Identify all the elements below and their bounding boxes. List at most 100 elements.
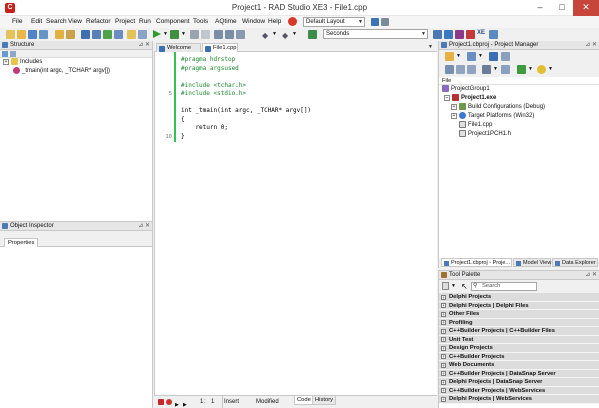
tab-data-explorer[interactable]: Data Explorer xyxy=(552,258,598,267)
tab-welcome-page[interactable]: Welcome Page xyxy=(156,43,201,60)
structure-pin-close[interactable]: ⊿ ✕ xyxy=(138,41,150,50)
activate-dropdown-icon[interactable]: ▼ xyxy=(456,53,461,59)
tree-item-build-config[interactable]: + Build Configurations (Debug) xyxy=(439,103,599,112)
deploy-icon[interactable] xyxy=(517,65,526,74)
component-icon[interactable] xyxy=(308,30,317,39)
run-options-dropdown-icon[interactable]: ▼ xyxy=(181,31,186,37)
expand-icon[interactable]: + xyxy=(441,362,446,368)
expand-icon[interactable]: + xyxy=(451,103,457,110)
activate-icon[interactable] xyxy=(445,52,454,61)
expand-icon[interactable]: + xyxy=(3,58,9,65)
tree-item-file1cpp[interactable]: File1.cpp xyxy=(439,121,599,130)
palette-category[interactable]: + C++Builder Projects | WebServices xyxy=(439,386,599,395)
sort-icon[interactable] xyxy=(2,51,8,57)
trace-icon[interactable] xyxy=(236,30,245,39)
expand-icon[interactable]: + xyxy=(441,303,446,308)
xe-icon[interactable]: XE xyxy=(477,30,485,36)
new-item-icon[interactable] xyxy=(467,52,476,61)
stop-run-icon[interactable] xyxy=(201,30,210,39)
expand-icon[interactable]: + xyxy=(441,379,446,385)
make-icon[interactable] xyxy=(501,65,510,74)
forward-dropdown-icon[interactable]: ▼ xyxy=(292,31,297,37)
tree-item-projectgroup[interactable]: ProjectGroup1 xyxy=(439,85,599,94)
seconds-combo[interactable]: Seconds ▼ xyxy=(323,29,428,39)
categories-icon[interactable] xyxy=(442,282,449,290)
layout-settings-icon[interactable] xyxy=(381,18,389,26)
tree-item-pch[interactable]: Project1PCH1.h xyxy=(439,130,599,139)
back-icon[interactable]: ◆ xyxy=(262,31,268,40)
expand-icon[interactable]: + xyxy=(441,396,446,402)
tab-history[interactable]: History xyxy=(312,396,337,405)
tab-model-view[interactable]: Model View xyxy=(513,258,551,267)
palette-category[interactable]: + Delphi Projects | Delphi Files xyxy=(439,301,599,310)
new-item-dropdown-icon[interactable]: ▼ xyxy=(478,53,483,59)
code-editor[interactable]: 5 10 #pragma hdrstop #pragma argsused #incl… xyxy=(154,52,437,395)
tab-file1-cpp[interactable]: File1.cpp xyxy=(202,43,238,52)
tree-item-project1[interactable]: − Project1.exe xyxy=(439,94,599,103)
pause-icon[interactable] xyxy=(190,30,199,39)
palette-search-input[interactable]: ⚲ Search xyxy=(471,282,537,291)
menu-tools[interactable]: Tools xyxy=(189,16,212,28)
counter-icon[interactable] xyxy=(466,30,475,39)
options-icon[interactable] xyxy=(537,65,546,74)
new-icon[interactable] xyxy=(6,30,15,39)
tab-project-manager[interactable]: Project1.cbproj - Proje... xyxy=(441,258,512,267)
expand-all-icon[interactable] xyxy=(456,65,465,74)
menu-component[interactable]: Component xyxy=(152,16,194,28)
forward-icon[interactable]: ◆ xyxy=(282,31,288,40)
close-button[interactable]: ✕ xyxy=(573,0,599,16)
run-dropdown-icon[interactable]: ▼ xyxy=(163,31,168,37)
palette-category[interactable]: + Other Files xyxy=(439,310,599,319)
project-manager-pin-close[interactable]: ⊿ ✕ xyxy=(585,41,597,50)
structure-item-tmain[interactable]: _tmain(int argc, _TCHAR* argv[]) xyxy=(0,67,152,76)
palette-category[interactable]: + C++Builder Projects xyxy=(439,352,599,361)
palette-category[interactable]: + Delphi Projects xyxy=(439,293,599,302)
options-dropdown-icon[interactable]: ▼ xyxy=(548,66,553,72)
remove-item-icon[interactable] xyxy=(489,52,498,61)
filter-icon[interactable] xyxy=(10,51,16,57)
expand-icon[interactable]: + xyxy=(441,328,446,334)
profile-icon[interactable] xyxy=(444,30,453,39)
expand-icon[interactable]: + xyxy=(441,354,446,359)
palette-category[interactable]: + C++Builder Projects | DataSnap Server xyxy=(439,369,599,378)
units-icon[interactable] xyxy=(138,30,147,39)
palette-category[interactable]: + Web Documents xyxy=(439,361,599,370)
palette-category[interactable]: + Design Projects xyxy=(439,344,599,353)
expand-icon[interactable]: + xyxy=(441,371,446,376)
step-into-icon[interactable] xyxy=(214,30,223,39)
save-layout-icon[interactable] xyxy=(371,18,379,26)
open-project-icon[interactable] xyxy=(55,30,64,39)
play-macro-icon[interactable]: ▶ xyxy=(175,399,179,408)
view-icon[interactable] xyxy=(92,30,101,39)
menu-aqtime[interactable]: AQtime xyxy=(211,16,241,28)
layout-combo[interactable]: Default Layout ▼ xyxy=(303,17,365,27)
menu-file[interactable]: File xyxy=(8,16,26,28)
menu-refactor[interactable]: Refactor xyxy=(82,16,115,28)
expand-icon[interactable]: + xyxy=(441,388,446,393)
open-icon[interactable] xyxy=(17,30,26,39)
expand-icon[interactable]: + xyxy=(441,294,446,300)
folder-icon[interactable] xyxy=(66,30,75,39)
tab-properties[interactable]: Properties xyxy=(4,238,39,247)
structure-item-includes[interactable]: + Includes xyxy=(0,58,152,67)
build-icon[interactable] xyxy=(482,65,491,74)
build-dropdown-icon[interactable]: ▼ xyxy=(493,66,498,72)
tab-list-dropdown-icon[interactable]: ▼ xyxy=(428,44,433,50)
palette-category[interactable]: + C++Builder Projects | C++Builder Files xyxy=(439,327,599,336)
add-icon[interactable] xyxy=(103,30,112,39)
stop-icon[interactable] xyxy=(288,17,297,26)
menu-help[interactable]: Help xyxy=(264,16,285,28)
save-all-icon[interactable] xyxy=(39,30,48,39)
run-without-debug-icon[interactable] xyxy=(170,30,179,39)
save-icon[interactable] xyxy=(28,30,37,39)
tool-palette-pin-close[interactable]: ⊿ ✕ xyxy=(585,271,597,280)
categories-dropdown-icon[interactable]: ▼ xyxy=(451,283,456,289)
maximize-button[interactable]: □ xyxy=(551,0,573,16)
palette-category[interactable]: + Profiling xyxy=(439,318,599,327)
step-over-icon[interactable] xyxy=(225,30,234,39)
deploy-dropdown-icon[interactable]: ▼ xyxy=(528,66,533,72)
clipboard-icon[interactable] xyxy=(127,30,136,39)
palette-category[interactable]: + Delphi Projects | DataSnap Server xyxy=(439,378,599,387)
tab-code[interactable]: Code xyxy=(294,396,314,405)
minimize-button[interactable]: – xyxy=(529,0,551,16)
